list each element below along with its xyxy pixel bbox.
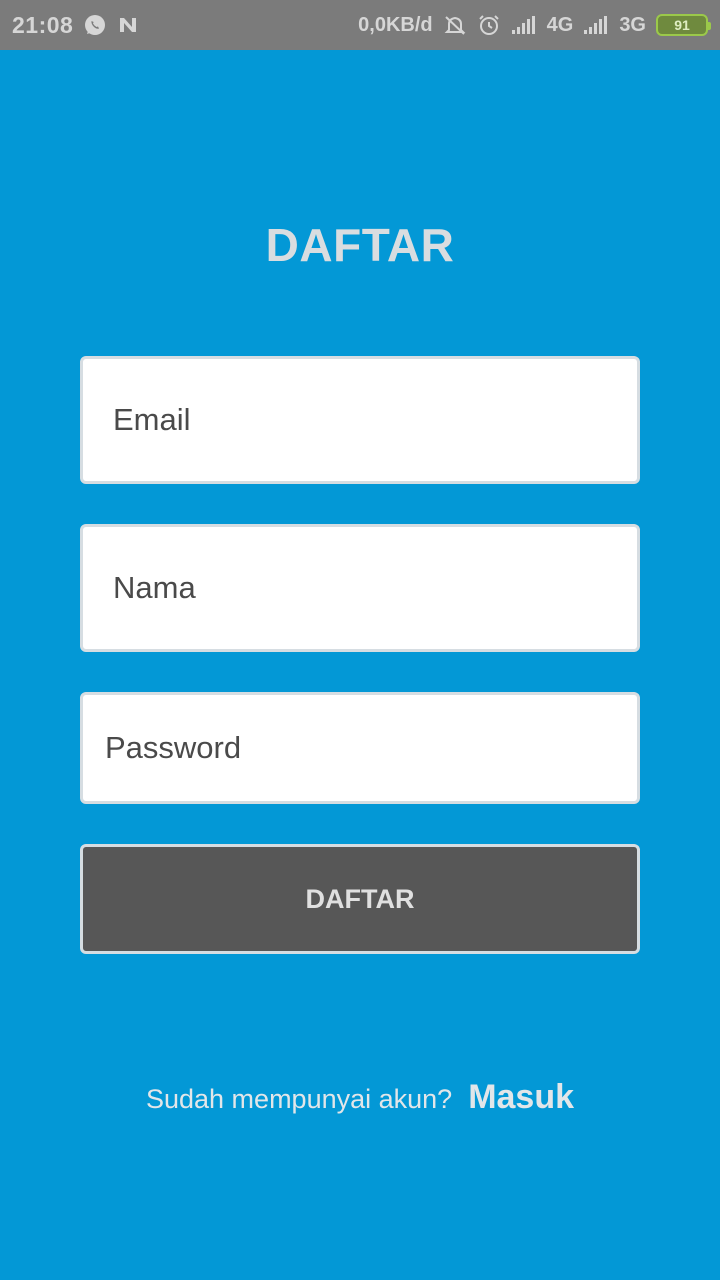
status-time: 21:08 — [12, 11, 74, 38]
login-link[interactable]: Masuk — [468, 1078, 574, 1117]
network-speed: 0,0KB/d — [358, 13, 433, 36]
password-field[interactable] — [80, 692, 640, 804]
status-left: 21:08 — [12, 12, 139, 39]
signal-icon — [511, 15, 537, 35]
bell-off-icon — [443, 13, 467, 37]
email-input[interactable] — [113, 402, 637, 438]
page-title: DAFTAR — [265, 219, 455, 271]
name-input[interactable] — [113, 570, 637, 606]
name-field[interactable] — [80, 524, 640, 652]
register-button[interactable]: DAFTAR — [80, 844, 640, 954]
login-prompt-text: Sudah mempunyai akun? — [145, 1084, 453, 1114]
whatsapp-icon — [83, 13, 107, 37]
network-type-2: 3G — [619, 13, 646, 36]
n-notification-icon — [117, 14, 139, 36]
email-field[interactable] — [80, 356, 640, 484]
battery-level: 91 — [674, 17, 690, 33]
alarm-icon — [477, 13, 501, 37]
status-bar: 21:08 0,0KB/d 4G 3G 91 — [0, 0, 720, 50]
password-input[interactable] — [105, 730, 637, 766]
status-right: 0,0KB/d 4G 3G 91 — [358, 13, 711, 37]
signal-icon — [583, 15, 609, 35]
login-prompt: Sudah mempunyai akun? Masuk — [0, 1078, 720, 1117]
battery-icon: 91 — [656, 14, 711, 36]
network-type-1: 4G — [546, 13, 574, 36]
